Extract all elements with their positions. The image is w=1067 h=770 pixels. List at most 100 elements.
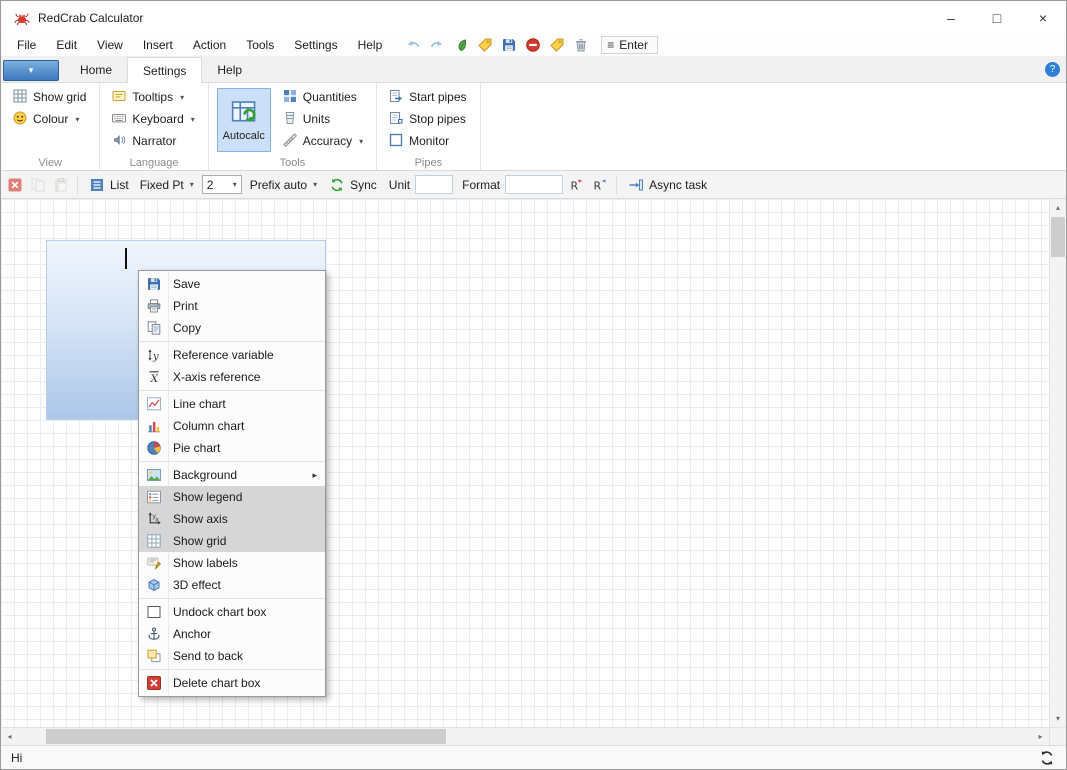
chevron-down-icon: ▾ — [359, 136, 364, 146]
ribbon-accuracy-button[interactable]: Accuracy ▾ — [279, 130, 366, 152]
close-sheet-icon[interactable] — [6, 176, 24, 194]
ribbon-start-pipes-button[interactable]: Start pipes — [385, 86, 469, 108]
horizontal-scrollbar[interactable]: ◂ ▸ — [1, 727, 1049, 745]
ribbon-narrator-button[interactable]: Narrator — [108, 130, 197, 152]
menu-item-anchor[interactable]: Anchor — [139, 623, 325, 645]
menu-item-show-labels[interactable]: Show labels — [139, 552, 325, 574]
vertical-scroll-thumb[interactable] — [1051, 217, 1065, 257]
menu-item-copy[interactable]: Copy — [139, 317, 325, 339]
undo-icon[interactable] — [404, 37, 421, 54]
ribbon-tooltips-button[interactable]: Tooltips ▾ — [108, 86, 197, 108]
button-label: Quantities — [302, 90, 357, 104]
fixed-pt-dropdown[interactable]: Fixed Pt ▾ — [137, 174, 197, 196]
scroll-right-icon[interactable]: ▸ — [1032, 728, 1049, 745]
async-task-button[interactable]: Async task — [624, 174, 710, 196]
menu-item-print[interactable]: Print — [139, 295, 325, 317]
chevron-down-icon: ▾ — [189, 180, 194, 189]
menu-item-undock-chart-box[interactable]: Undock chart box — [139, 601, 325, 623]
menu-item-show-grid[interactable]: Show grid — [139, 530, 325, 552]
window-controls: – □ × — [928, 1, 1066, 34]
menu-item-label: Reference variable — [173, 348, 274, 362]
horizontal-scroll-track[interactable] — [18, 728, 1032, 745]
ribbon-units-button[interactable]: Units — [279, 108, 366, 130]
unit-input[interactable] — [415, 175, 454, 194]
print-icon — [139, 298, 169, 314]
horizontal-scroll-thumb[interactable] — [46, 729, 446, 744]
precision-select[interactable]: 2 ▾ — [201, 175, 242, 194]
leaf-icon[interactable] — [452, 37, 469, 54]
menu-help[interactable]: Help — [348, 34, 393, 57]
prefix-dropdown[interactable]: Prefix auto ▾ — [247, 174, 320, 196]
tag-icon[interactable] — [476, 37, 493, 54]
app-menu-button[interactable]: ▾ — [3, 60, 59, 81]
stop-icon[interactable] — [524, 37, 541, 54]
chevron-down-icon: ▾ — [180, 92, 185, 102]
trash-icon[interactable] — [572, 37, 589, 54]
scroll-left-icon[interactable]: ◂ — [1, 728, 18, 745]
menu-item-delete-chart-box[interactable]: Delete chart box — [139, 672, 325, 694]
menu-item-x-axis-reference[interactable]: X X-axis reference — [139, 366, 325, 388]
enter-button[interactable]: ≡ Enter — [601, 36, 658, 54]
ribbon-stop-pipes-button[interactable]: Stop pipes — [385, 108, 469, 130]
paste-disabled-icon — [52, 176, 70, 194]
menu-settings[interactable]: Settings — [284, 34, 347, 57]
ribbon-show-grid-button[interactable]: Show grid — [9, 86, 89, 108]
menu-item-pie-chart[interactable]: Pie chart — [139, 437, 325, 459]
vertical-scrollbar[interactable]: ▴ ▾ — [1049, 199, 1066, 727]
tab-settings[interactable]: Settings — [127, 57, 203, 83]
menu-item-label: Copy — [173, 321, 202, 335]
format-input[interactable] — [505, 175, 564, 194]
menu-item-reference-variable[interactable]: y Reference variable — [139, 344, 325, 366]
menu-item-show-legend[interactable]: Show legend — [139, 486, 325, 508]
menu-separator — [139, 390, 325, 391]
ribbon-quantities-button[interactable]: Quantities — [279, 86, 366, 108]
menu-edit[interactable]: Edit — [46, 34, 87, 57]
menu-item-show-axis[interactable]: y x Show axis — [139, 508, 325, 530]
format-add-icon[interactable]: R — [568, 176, 586, 194]
save-icon — [139, 276, 169, 292]
menu-insert[interactable]: Insert — [133, 34, 183, 57]
menu-item-column-chart[interactable]: Column chart — [139, 415, 325, 437]
menu-item-save[interactable]: Save — [139, 273, 325, 295]
scroll-down-icon[interactable]: ▾ — [1050, 710, 1066, 727]
tab-home[interactable]: Home — [65, 57, 127, 83]
format-remove-icon[interactable]: R — [591, 176, 609, 194]
grid-icon — [12, 88, 28, 107]
refresh-icon[interactable] — [1038, 749, 1056, 767]
minimize-button[interactable]: – — [928, 1, 974, 34]
menu-tools[interactable]: Tools — [236, 34, 284, 57]
save-icon[interactable] — [500, 37, 517, 54]
help-button[interactable]: ? — [1045, 62, 1060, 77]
worksheet-canvas[interactable]: Save Print Copy y Reference variable X X-axis … — [1, 199, 1066, 745]
menu-file[interactable]: File — [7, 34, 46, 57]
redo-icon[interactable] — [428, 37, 445, 54]
label-icon[interactable] — [548, 37, 565, 54]
sync-button[interactable]: Sync — [325, 174, 380, 196]
stop-pipes-icon — [388, 110, 404, 129]
close-button[interactable]: × — [1020, 1, 1066, 34]
menu-item-line-chart[interactable]: Line chart — [139, 393, 325, 415]
autocalc-button[interactable]: Autocalc — [216, 88, 271, 152]
menu-item-3d-effect[interactable]: 3D effect — [139, 574, 325, 596]
chevron-down-icon: ▾ — [313, 180, 318, 189]
menu-view[interactable]: View — [87, 34, 133, 57]
ribbon-group-language: Tooltips ▾ Keyboard ▾ Narrator Language — [100, 83, 209, 170]
ribbon-keyboard-button[interactable]: Keyboard ▾ — [108, 108, 197, 130]
menu-item-send-to-back[interactable]: Send to back — [139, 645, 325, 667]
maximize-button[interactable]: □ — [974, 1, 1020, 34]
ribbon-colour-button[interactable]: Colour ▾ — [9, 108, 89, 130]
list-label: List — [110, 177, 129, 192]
menu-item-background[interactable]: Background ▸ — [139, 464, 325, 486]
menu-item-label: Show labels — [173, 556, 238, 570]
ribbon-monitor-button[interactable]: Monitor — [385, 130, 469, 152]
tab-help[interactable]: Help — [202, 57, 257, 83]
menu-item-label: Anchor — [173, 627, 212, 641]
status-text: Hi — [11, 750, 23, 765]
svg-text:R: R — [594, 179, 602, 192]
button-label: Start pipes — [409, 90, 467, 104]
tabs: Home Settings Help — [65, 57, 257, 83]
scroll-up-icon[interactable]: ▴ — [1050, 199, 1066, 216]
menu-action[interactable]: Action — [183, 34, 236, 57]
list-button[interactable]: List — [85, 174, 132, 196]
button-label: Accuracy — [302, 134, 353, 148]
